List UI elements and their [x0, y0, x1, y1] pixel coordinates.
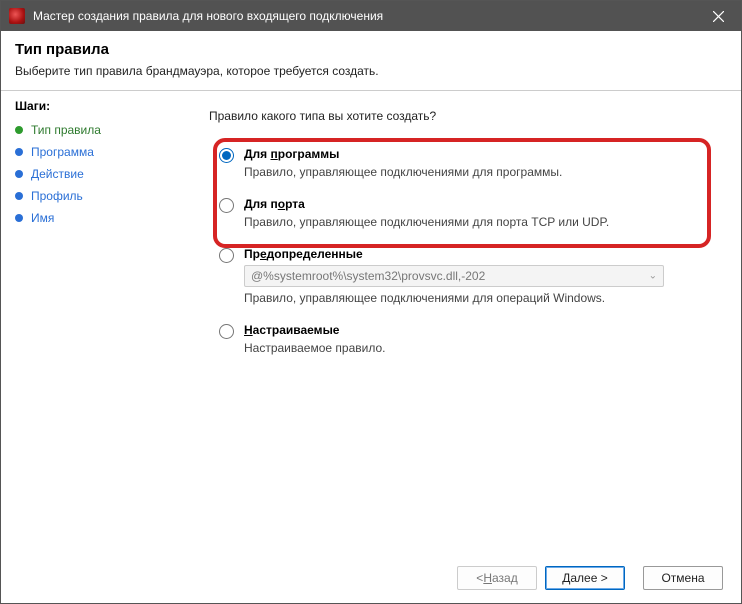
step-bullet-icon	[15, 214, 23, 222]
step-profile[interactable]: Профиль	[15, 185, 201, 207]
back-button[interactable]: < Назад	[457, 566, 537, 590]
radio-predefined[interactable]	[219, 248, 234, 263]
footer: < Назад Далее > Отмена	[1, 551, 741, 603]
cancel-button[interactable]: Отмена	[643, 566, 723, 590]
chevron-down-icon: ⌄	[649, 271, 657, 282]
dropdown-value: @%systemroot%\system32\provsvc.dll,-202	[251, 269, 485, 283]
body: Шаги: Тип правила Программа Действие Про…	[1, 91, 741, 551]
step-label: Программа	[31, 145, 94, 159]
option-desc: Правило, управляющее подключениями для о…	[244, 291, 711, 305]
steps-title: Шаги:	[15, 99, 201, 113]
close-icon	[713, 11, 724, 22]
step-bullet-icon	[15, 170, 23, 178]
radio-custom[interactable]	[219, 324, 234, 339]
option-title: Для порта	[244, 197, 711, 211]
option-title: Предопределенные	[244, 247, 711, 261]
step-label: Действие	[31, 167, 84, 181]
option-desc: Правило, управляющее подключениями для п…	[244, 215, 711, 229]
step-bullet-icon	[15, 192, 23, 200]
prompt-text: Правило какого типа вы хотите создать?	[209, 109, 717, 123]
page-subtitle: Выберите тип правила брандмауэра, которо…	[15, 64, 727, 78]
next-button[interactable]: Далее >	[545, 566, 625, 590]
option-predefined[interactable]: Предопределенные @%systemroot%\system32\…	[209, 245, 717, 307]
step-name[interactable]: Имя	[15, 207, 201, 229]
option-desc: Правило, управляющее подключениями для п…	[244, 165, 711, 179]
option-title: Для программы	[244, 147, 711, 161]
radio-program[interactable]	[219, 148, 234, 163]
option-port[interactable]: Для порта Правило, управляющее подключен…	[209, 195, 717, 231]
predefined-dropdown[interactable]: @%systemroot%\system32\provsvc.dll,-202 …	[244, 265, 664, 287]
main-panel: Правило какого типа вы хотите создать? Д…	[201, 91, 741, 551]
step-bullet-icon	[15, 126, 23, 134]
steps-panel: Шаги: Тип правила Программа Действие Про…	[1, 91, 201, 551]
step-label: Тип правила	[31, 123, 101, 137]
header: Тип правила Выберите тип правила брандма…	[1, 31, 741, 91]
close-button[interactable]	[695, 1, 741, 31]
step-bullet-icon	[15, 148, 23, 156]
option-desc: Настраиваемое правило.	[244, 341, 711, 355]
step-label: Имя	[31, 211, 54, 225]
firewall-icon	[9, 8, 25, 24]
wizard-window: Мастер создания правила для нового входя…	[0, 0, 742, 604]
step-program[interactable]: Программа	[15, 141, 201, 163]
option-title: Настраиваемые	[244, 323, 711, 337]
option-program[interactable]: Для программы Правило, управляющее подкл…	[209, 145, 717, 181]
step-rule-type[interactable]: Тип правила	[15, 119, 201, 141]
option-custom[interactable]: Настраиваемые Настраиваемое правило.	[209, 321, 717, 357]
options-group: Для программы Правило, управляющее подкл…	[209, 145, 717, 357]
page-title: Тип правила	[15, 41, 727, 58]
radio-port[interactable]	[219, 198, 234, 213]
step-action[interactable]: Действие	[15, 163, 201, 185]
titlebar: Мастер создания правила для нового входя…	[1, 1, 741, 31]
window-title: Мастер создания правила для нового входя…	[33, 9, 695, 23]
step-label: Профиль	[31, 189, 83, 203]
